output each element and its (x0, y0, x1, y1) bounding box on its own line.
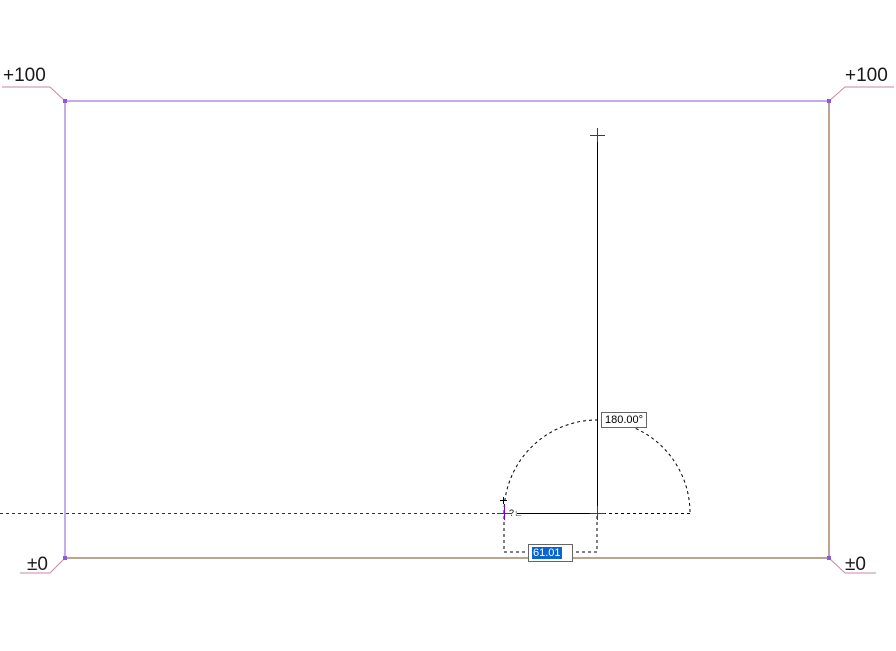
level-label-bottom-right: ±0 (845, 554, 866, 575)
angle-input[interactable]: 180.00° (601, 412, 648, 428)
drawing-canvas[interactable]: ?∟ (0, 0, 896, 651)
leader-lines (2, 86, 894, 574)
level-label-bottom-left: ±0 (27, 554, 48, 575)
angle-value: 180.00° (605, 414, 644, 426)
length-value: 61.01 (532, 547, 562, 559)
level-label-top-left: +100 (3, 65, 46, 86)
length-input[interactable]: 61.01 (528, 544, 573, 562)
snap-crosshair-icon (590, 128, 605, 142)
level-label-top-right: +100 (845, 65, 888, 86)
perpendicular-snap-icon: ?∟ (509, 508, 523, 518)
cursor-icon (500, 497, 507, 504)
corner-points (63, 99, 831, 560)
